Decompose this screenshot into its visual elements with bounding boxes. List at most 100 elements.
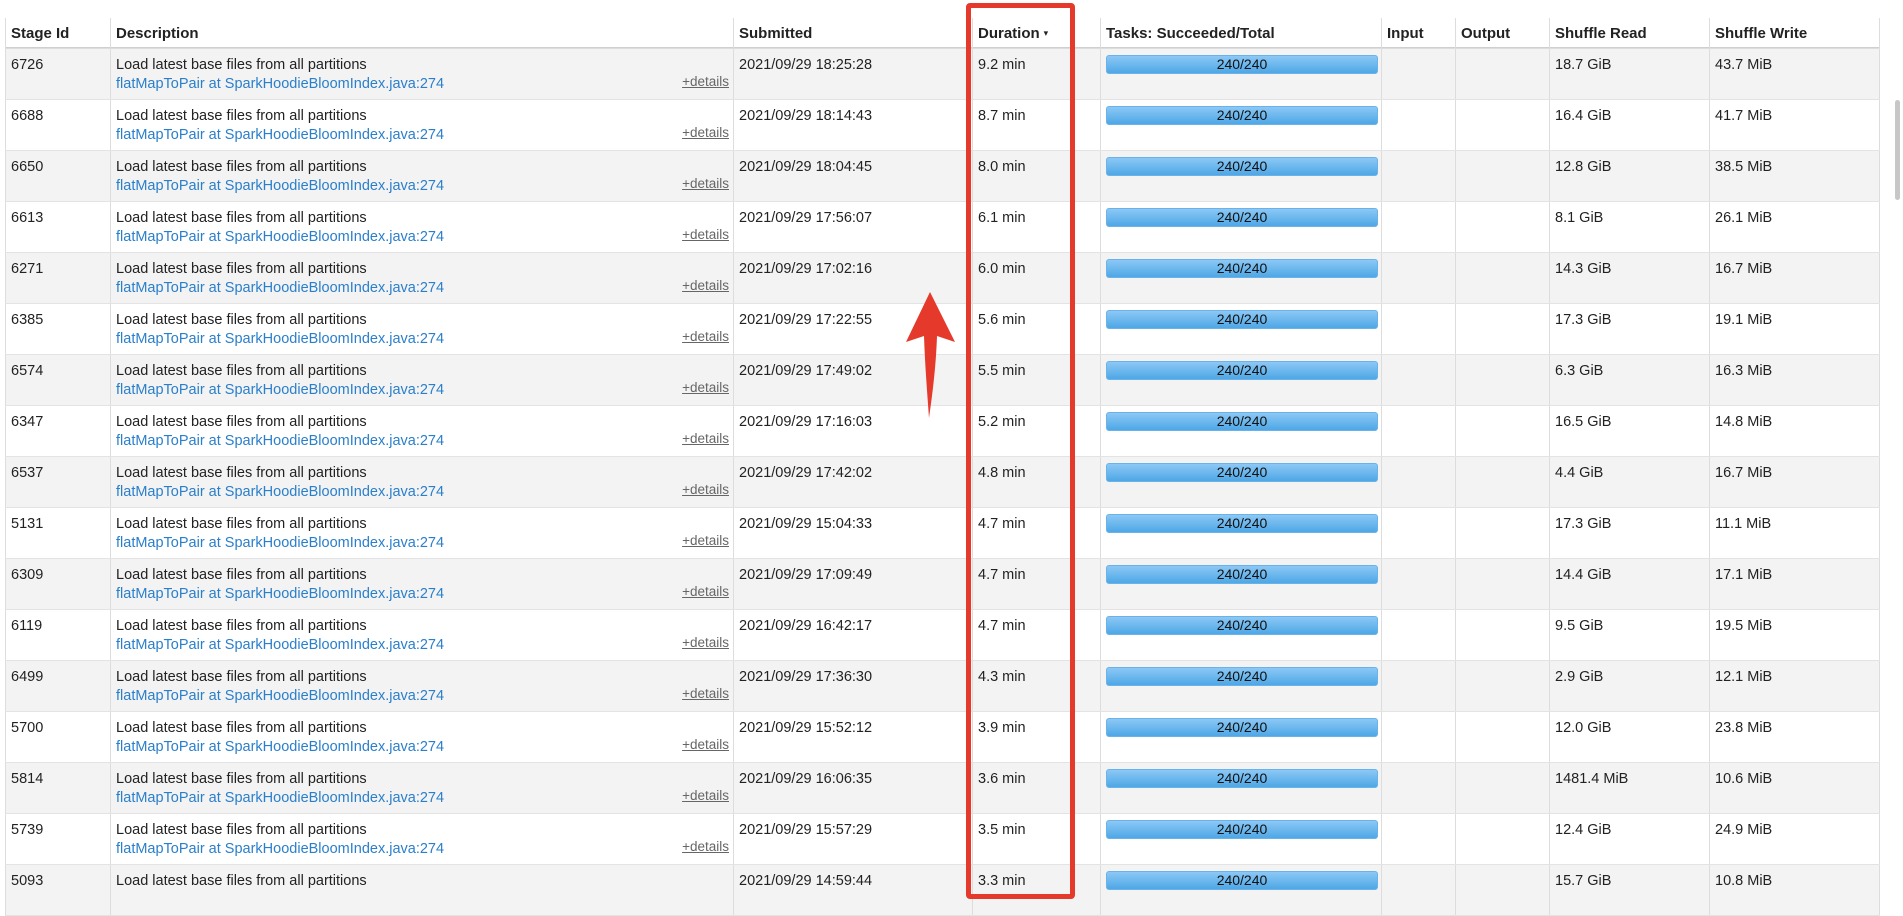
output-value bbox=[1461, 814, 1544, 822]
stage-id: 6347 bbox=[11, 414, 44, 430]
description-cell: Load latest base files from all partitio… bbox=[110, 303, 734, 355]
shuffle-write-value: 26.1 MiB bbox=[1715, 210, 1773, 226]
stage-callsite-link[interactable]: flatMapToPair at SparkHoodieBloomIndex.j… bbox=[116, 331, 728, 347]
submitted-time: 2021/09/29 17:49:02 bbox=[739, 363, 873, 379]
stage-callsite-link[interactable]: flatMapToPair at SparkHoodieBloomIndex.j… bbox=[116, 790, 728, 806]
stage-callsite-link[interactable]: flatMapToPair at SparkHoodieBloomIndex.j… bbox=[116, 484, 728, 500]
input-cell bbox=[1381, 609, 1456, 661]
output-cell bbox=[1455, 405, 1550, 457]
column-header-duration[interactable]: Duration ▾ bbox=[972, 18, 1101, 49]
tasks-count: 240/240 bbox=[1216, 107, 1268, 123]
details-toggle[interactable]: +details bbox=[682, 329, 729, 344]
vertical-scrollbar[interactable] bbox=[1891, 0, 1903, 904]
column-header-stage-id[interactable]: Stage Id bbox=[5, 18, 111, 49]
stage-callsite-link[interactable]: flatMapToPair at SparkHoodieBloomIndex.j… bbox=[116, 76, 728, 92]
submitted-time: 2021/09/29 17:36:30 bbox=[739, 669, 873, 685]
details-toggle[interactable]: +details bbox=[682, 125, 729, 140]
output-cell bbox=[1455, 456, 1550, 508]
stage-callsite-link[interactable]: flatMapToPair at SparkHoodieBloomIndex.j… bbox=[116, 535, 728, 551]
output-cell bbox=[1455, 558, 1550, 610]
column-header-shuffle-write[interactable]: Shuffle Write bbox=[1709, 18, 1880, 49]
shuffle-write-cell: 11.1 MiB bbox=[1709, 507, 1880, 559]
stage-id: 6271 bbox=[11, 261, 44, 277]
output-cell bbox=[1455, 303, 1550, 355]
table-header: Stage Id Description Submitted Duration ▾… bbox=[5, 18, 1880, 49]
submitted-cell: 2021/09/29 17:09:49 bbox=[733, 558, 973, 610]
output-value bbox=[1461, 865, 1544, 873]
column-header-description[interactable]: Description bbox=[110, 18, 734, 49]
details-toggle[interactable]: +details bbox=[682, 635, 729, 650]
submitted-cell: 2021/09/29 16:42:17 bbox=[733, 609, 973, 661]
shuffle-read-value: 14.3 GiB bbox=[1555, 261, 1612, 277]
details-toggle[interactable]: +details bbox=[682, 482, 729, 497]
tasks-progress-bar: 240/240 bbox=[1106, 769, 1378, 788]
stage-id: 6537 bbox=[11, 465, 44, 481]
shuffle-write-cell: 19.1 MiB bbox=[1709, 303, 1880, 355]
details-toggle[interactable]: +details bbox=[682, 380, 729, 395]
details-toggle[interactable]: +details bbox=[682, 176, 729, 191]
details-toggle[interactable]: +details bbox=[682, 431, 729, 446]
input-value bbox=[1387, 457, 1450, 465]
stage-id: 6309 bbox=[11, 567, 44, 583]
stage-callsite-link[interactable]: flatMapToPair at SparkHoodieBloomIndex.j… bbox=[116, 178, 728, 194]
details-toggle[interactable]: +details bbox=[682, 737, 729, 752]
stage-name: Load latest base files from all partitio… bbox=[116, 669, 367, 685]
column-header-output[interactable]: Output bbox=[1455, 18, 1550, 49]
details-toggle[interactable]: +details bbox=[682, 74, 729, 89]
stage-id: 6726 bbox=[11, 57, 44, 73]
column-header-input[interactable]: Input bbox=[1381, 18, 1456, 49]
submitted-time: 2021/09/29 15:52:12 bbox=[739, 720, 873, 736]
scrollbar-thumb[interactable] bbox=[1895, 100, 1900, 200]
stage-callsite-link[interactable]: flatMapToPair at SparkHoodieBloomIndex.j… bbox=[116, 586, 728, 602]
stage-callsite-link[interactable]: flatMapToPair at SparkHoodieBloomIndex.j… bbox=[116, 229, 728, 245]
duration-value: 8.0 min bbox=[978, 159, 1026, 175]
stage-name: Load latest base files from all partitio… bbox=[116, 414, 367, 430]
tasks-count: 240/240 bbox=[1216, 515, 1268, 531]
details-toggle[interactable]: +details bbox=[682, 533, 729, 548]
stage-callsite-link[interactable]: flatMapToPair at SparkHoodieBloomIndex.j… bbox=[116, 433, 728, 449]
shuffle-write-cell: 41.7 MiB bbox=[1709, 99, 1880, 151]
shuffle-write-value: 19.5 MiB bbox=[1715, 618, 1773, 634]
column-header-label: Output bbox=[1461, 24, 1511, 42]
output-cell bbox=[1455, 660, 1550, 712]
stage-callsite-link[interactable]: flatMapToPair at SparkHoodieBloomIndex.j… bbox=[116, 688, 728, 704]
details-toggle[interactable]: +details bbox=[682, 839, 729, 854]
stage-callsite-link[interactable]: flatMapToPair at SparkHoodieBloomIndex.j… bbox=[116, 280, 728, 296]
stage-callsite-link[interactable]: flatMapToPair at SparkHoodieBloomIndex.j… bbox=[116, 739, 728, 755]
output-value bbox=[1461, 661, 1544, 669]
details-toggle[interactable]: +details bbox=[682, 788, 729, 803]
details-toggle[interactable]: +details bbox=[682, 227, 729, 242]
stage-name: Load latest base files from all partitio… bbox=[116, 771, 367, 787]
shuffle-write-cell: 19.5 MiB bbox=[1709, 609, 1880, 661]
stage-callsite-link[interactable]: flatMapToPair at SparkHoodieBloomIndex.j… bbox=[116, 637, 728, 653]
stage-name: Load latest base files from all partitio… bbox=[116, 363, 367, 379]
column-header-shuffle-read[interactable]: Shuffle Read bbox=[1549, 18, 1710, 49]
table-row: 6271 Load latest base files from all part… bbox=[5, 252, 1880, 304]
stage-callsite-link[interactable]: flatMapToPair at SparkHoodieBloomIndex.j… bbox=[116, 127, 728, 143]
output-value bbox=[1461, 559, 1544, 567]
column-header-submitted[interactable]: Submitted bbox=[733, 18, 973, 49]
details-toggle[interactable]: +details bbox=[682, 584, 729, 599]
tasks-cell: 240/240 bbox=[1100, 252, 1382, 304]
output-value bbox=[1461, 457, 1544, 465]
stage-callsite-link[interactable]: flatMapToPair at SparkHoodieBloomIndex.j… bbox=[116, 841, 728, 857]
stage-id-cell: 6726 bbox=[5, 48, 111, 100]
input-cell bbox=[1381, 150, 1456, 202]
stage-name: Load latest base files from all partitio… bbox=[116, 57, 367, 73]
details-toggle[interactable]: +details bbox=[682, 686, 729, 701]
duration-cell: 4.7 min bbox=[972, 558, 1101, 610]
stage-callsite-link[interactable]: flatMapToPair at SparkHoodieBloomIndex.j… bbox=[116, 382, 728, 398]
description-cell: Load latest base files from all partitio… bbox=[110, 99, 734, 151]
shuffle-write-value: 19.1 MiB bbox=[1715, 312, 1773, 328]
output-value bbox=[1461, 151, 1544, 159]
column-header-tasks[interactable]: Tasks: Succeeded/Total bbox=[1100, 18, 1382, 49]
output-cell bbox=[1455, 711, 1550, 763]
submitted-cell: 2021/09/29 17:56:07 bbox=[733, 201, 973, 253]
details-toggle[interactable]: +details bbox=[682, 278, 729, 293]
stage-id-cell: 6119 bbox=[5, 609, 111, 661]
shuffle-write-cell: 16.3 MiB bbox=[1709, 354, 1880, 406]
output-cell bbox=[1455, 864, 1550, 916]
stage-id: 5093 bbox=[11, 873, 44, 889]
tasks-progress-bar: 240/240 bbox=[1106, 565, 1378, 584]
tasks-progress-bar: 240/240 bbox=[1106, 208, 1378, 227]
